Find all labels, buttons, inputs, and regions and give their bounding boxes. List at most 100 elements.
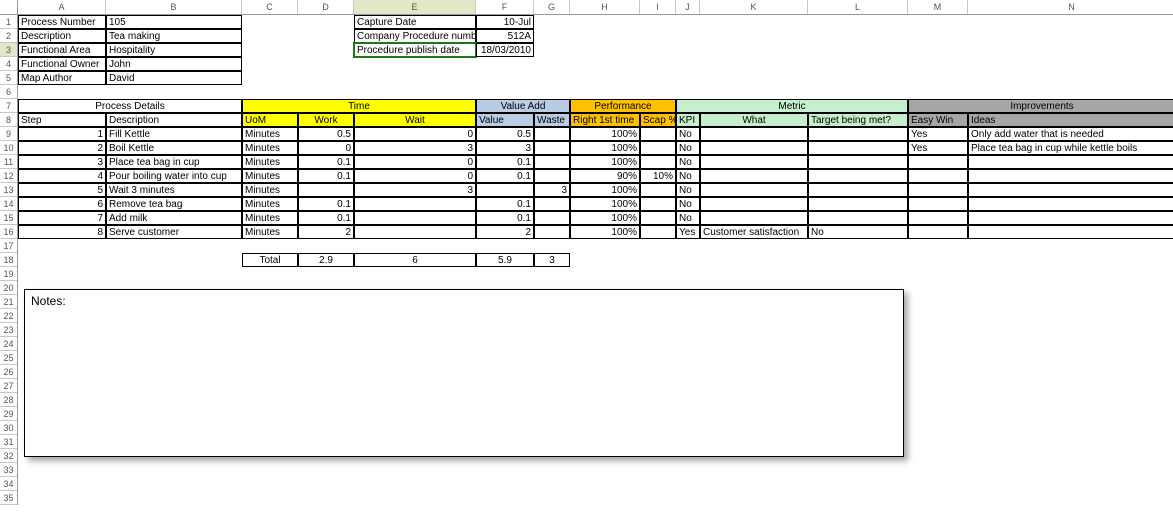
cell-work-11[interactable]: 0.1 xyxy=(298,155,354,169)
cell-scrap-16[interactable] xyxy=(640,225,676,239)
cell-target-10[interactable] xyxy=(808,141,908,155)
row-header-1[interactable]: 1 xyxy=(0,15,17,29)
cell-value-9[interactable]: 0.5 xyxy=(476,127,534,141)
cell-easy-10[interactable]: Yes xyxy=(908,141,968,155)
cell-waste-15[interactable] xyxy=(534,211,570,225)
column-header-I[interactable]: I xyxy=(640,0,676,14)
cell-easy-14[interactable] xyxy=(908,197,968,211)
row-header-22[interactable]: 22 xyxy=(0,309,17,323)
cell-scrap-11[interactable] xyxy=(640,155,676,169)
cell-kpi-13[interactable]: No xyxy=(676,183,700,197)
cell-waste-16[interactable] xyxy=(534,225,570,239)
row-header-3[interactable]: 3 xyxy=(0,43,17,57)
cell-target-12[interactable] xyxy=(808,169,908,183)
cell-desc-11[interactable]: Place tea bag in cup xyxy=(106,155,242,169)
row-header-8[interactable]: 8 xyxy=(0,113,17,127)
cell-what-16[interactable]: Customer satisfaction xyxy=(700,225,808,239)
cell-value-11[interactable]: 0.1 xyxy=(476,155,534,169)
cell-right-12[interactable]: 90% xyxy=(570,169,640,183)
cell-wait-14[interactable] xyxy=(354,197,476,211)
cell-waste-9[interactable] xyxy=(534,127,570,141)
cell-waste-10[interactable] xyxy=(534,141,570,155)
cell-right-10[interactable]: 100% xyxy=(570,141,640,155)
cell-step-15[interactable]: 7 xyxy=(18,211,106,225)
column-header-K[interactable]: K xyxy=(700,0,808,14)
cell-desc-10[interactable]: Boil Kettle xyxy=(106,141,242,155)
column-header-F[interactable]: F xyxy=(476,0,534,14)
row-header-24[interactable]: 24 xyxy=(0,337,17,351)
row-header-30[interactable]: 30 xyxy=(0,421,17,435)
cell-ideas-9[interactable]: Only add water that is needed xyxy=(968,127,1173,141)
cell-value-12[interactable]: 0.1 xyxy=(476,169,534,183)
cell-step-14[interactable]: 6 xyxy=(18,197,106,211)
row-header-16[interactable]: 16 xyxy=(0,225,17,239)
cell-desc-13[interactable]: Wait 3 minutes xyxy=(106,183,242,197)
cell-step-12[interactable]: 4 xyxy=(18,169,106,183)
cell-right-11[interactable]: 100% xyxy=(570,155,640,169)
value-procNumber[interactable]: 512A xyxy=(476,29,534,43)
cell-uom-14[interactable]: Minutes xyxy=(242,197,298,211)
cell-target-13[interactable] xyxy=(808,183,908,197)
cell-uom-9[interactable]: Minutes xyxy=(242,127,298,141)
row-header-14[interactable]: 14 xyxy=(0,197,17,211)
row-header-34[interactable]: 34 xyxy=(0,477,17,491)
row-header-11[interactable]: 11 xyxy=(0,155,17,169)
cell-scrap-9[interactable] xyxy=(640,127,676,141)
value-publishDate[interactable]: 18/03/2010 xyxy=(476,43,534,57)
value-mapAuthor[interactable]: David xyxy=(106,71,242,85)
cell-scrap-10[interactable] xyxy=(640,141,676,155)
cell-uom-12[interactable]: Minutes xyxy=(242,169,298,183)
cell-ideas-14[interactable] xyxy=(968,197,1173,211)
cell-right-14[interactable]: 100% xyxy=(570,197,640,211)
cell-target-11[interactable] xyxy=(808,155,908,169)
row-header-35[interactable]: 35 xyxy=(0,491,17,505)
cell-kpi-15[interactable]: No xyxy=(676,211,700,225)
row-header-28[interactable]: 28 xyxy=(0,393,17,407)
row-header-5[interactable]: 5 xyxy=(0,71,17,85)
cell-step-11[interactable]: 3 xyxy=(18,155,106,169)
cell-scrap-15[interactable] xyxy=(640,211,676,225)
row-header-19[interactable]: 19 xyxy=(0,267,17,281)
cell-target-14[interactable] xyxy=(808,197,908,211)
row-header-7[interactable]: 7 xyxy=(0,99,17,113)
cell-waste-13[interactable]: 3 xyxy=(534,183,570,197)
value-functionalArea[interactable]: Hospitality xyxy=(106,43,242,57)
cell-right-16[interactable]: 100% xyxy=(570,225,640,239)
cell-waste-12[interactable] xyxy=(534,169,570,183)
row-header-9[interactable]: 9 xyxy=(0,127,17,141)
column-header-C[interactable]: C xyxy=(242,0,298,14)
row-header-33[interactable]: 33 xyxy=(0,463,17,477)
row-header-17[interactable]: 17 xyxy=(0,239,17,253)
cell-step-13[interactable]: 5 xyxy=(18,183,106,197)
cell-uom-11[interactable]: Minutes xyxy=(242,155,298,169)
cell-work-13[interactable] xyxy=(298,183,354,197)
cell-right-15[interactable]: 100% xyxy=(570,211,640,225)
cell-work-12[interactable]: 0.1 xyxy=(298,169,354,183)
cell-step-9[interactable]: 1 xyxy=(18,127,106,141)
column-header-E[interactable]: E xyxy=(354,0,476,14)
row-header-4[interactable]: 4 xyxy=(0,57,17,71)
cell-kpi-16[interactable]: Yes xyxy=(676,225,700,239)
cell-right-13[interactable]: 100% xyxy=(570,183,640,197)
cell-work-14[interactable]: 0.1 xyxy=(298,197,354,211)
cell-wait-12[interactable]: 0 xyxy=(354,169,476,183)
row-header-25[interactable]: 25 xyxy=(0,351,17,365)
cell-ideas-15[interactable] xyxy=(968,211,1173,225)
row-header-31[interactable]: 31 xyxy=(0,435,17,449)
cell-target-15[interactable] xyxy=(808,211,908,225)
column-header-D[interactable]: D xyxy=(298,0,354,14)
row-header-20[interactable]: 20 xyxy=(0,281,17,295)
cell-value-10[interactable]: 3 xyxy=(476,141,534,155)
cell-value-15[interactable]: 0.1 xyxy=(476,211,534,225)
cell-work-16[interactable]: 2 xyxy=(298,225,354,239)
row-header-29[interactable]: 29 xyxy=(0,407,17,421)
select-all-box[interactable] xyxy=(0,0,18,14)
row-header-15[interactable]: 15 xyxy=(0,211,17,225)
row-header-2[interactable]: 2 xyxy=(0,29,17,43)
cell-desc-14[interactable]: Remove tea bag xyxy=(106,197,242,211)
cell-work-9[interactable]: 0.5 xyxy=(298,127,354,141)
cell-what-15[interactable] xyxy=(700,211,808,225)
cell-desc-9[interactable]: Fill Kettle xyxy=(106,127,242,141)
cell-kpi-11[interactable]: No xyxy=(676,155,700,169)
cell-ideas-12[interactable] xyxy=(968,169,1173,183)
